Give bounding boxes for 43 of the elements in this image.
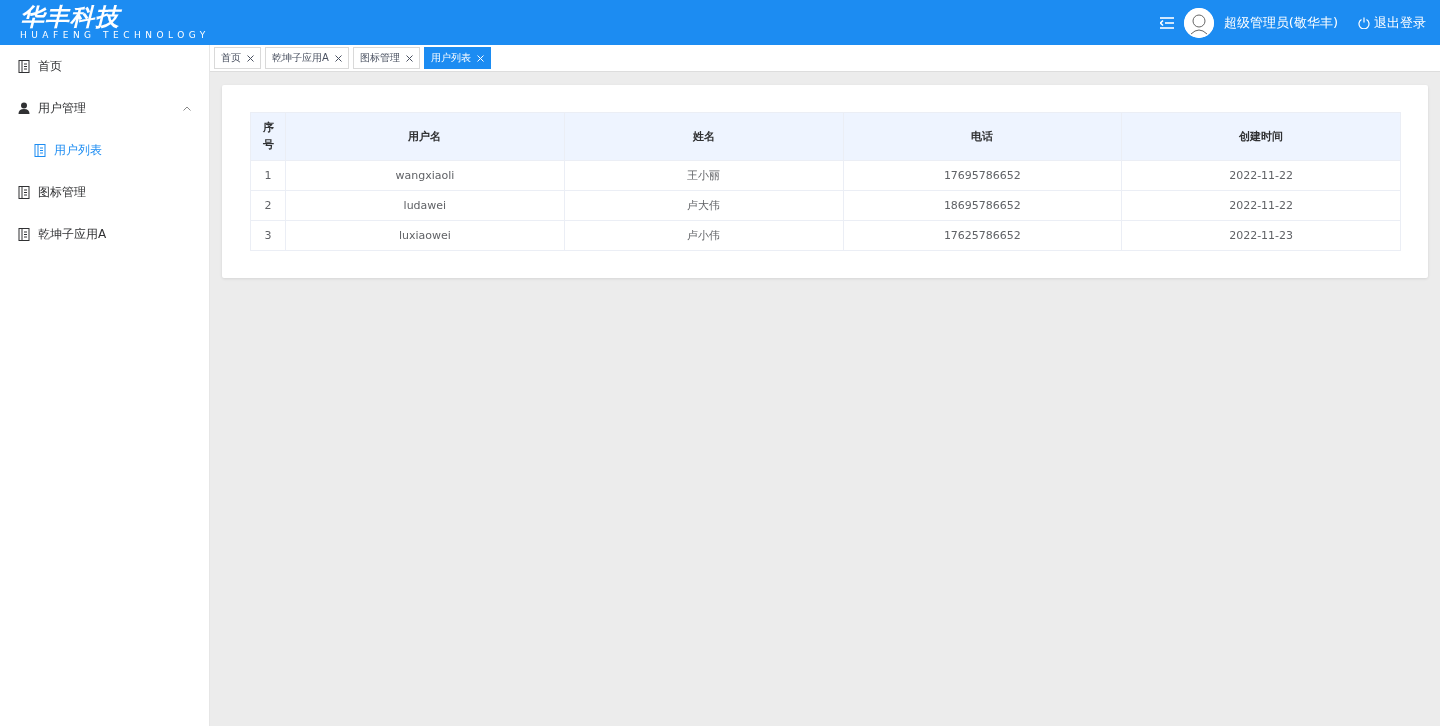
logo-subtitle: HUAFENG TECHNOLOGY <box>20 31 210 40</box>
close-icon[interactable] <box>247 54 254 62</box>
table-cell: ludawei <box>285 190 565 221</box>
sidebar-item[interactable]: 图标管理 <box>0 171 209 213</box>
table-cell: 2022-11-22 <box>1121 160 1401 191</box>
close-icon[interactable] <box>405 54 413 62</box>
user-icon <box>18 102 30 114</box>
table-cell: 18695786652 <box>843 190 1122 221</box>
tab[interactable]: 首页 <box>214 47 261 69</box>
column-header: 序号 <box>250 112 286 161</box>
document-icon <box>18 227 30 241</box>
column-header: 姓名 <box>564 112 843 161</box>
column-header: 电话 <box>843 112 1122 161</box>
tab[interactable]: 图标管理 <box>352 47 420 69</box>
column-header: 创建时间 <box>1121 112 1401 161</box>
table-cell: 17625786652 <box>843 220 1122 251</box>
sidebar-item[interactable]: 乾坤子应用A <box>0 213 209 255</box>
sidebar-item[interactable]: 用户管理 <box>0 87 209 129</box>
caret-icon <box>183 105 191 111</box>
sidebar-item[interactable]: 用户列表 <box>0 129 209 171</box>
menu-icon[interactable] <box>1159 16 1174 29</box>
table-cell: 王小丽 <box>564 160 843 191</box>
close-icon[interactable] <box>334 54 342 62</box>
document-icon <box>18 59 30 73</box>
document-icon <box>34 143 46 157</box>
logo-text: 华丰科技 <box>20 5 123 29</box>
user-name: 超级管理员(敬华丰) <box>1223 13 1338 32</box>
table-cell: 卢小伟 <box>564 220 843 251</box>
avatar-icon[interactable] <box>1183 7 1214 38</box>
power-icon <box>1358 16 1370 29</box>
table-cell: wangxiaoli <box>285 160 565 191</box>
table-cell: 2022-11-22 <box>1121 190 1401 221</box>
sidebar-item[interactable]: 首页 <box>0 45 209 87</box>
column-header: 用户名 <box>285 112 565 161</box>
table-cell: 3 <box>250 220 286 251</box>
table-cell: 2022-11-23 <box>1121 220 1401 251</box>
table-cell: luxiaowei <box>285 220 565 251</box>
table-cell: 1 <box>250 160 286 191</box>
document-icon <box>18 185 30 199</box>
table-cell: 17695786652 <box>843 160 1122 191</box>
table-cell: 2 <box>250 190 286 221</box>
table-cell: 卢大伟 <box>564 190 843 221</box>
tab[interactable]: 乾坤子应用A <box>265 47 349 69</box>
